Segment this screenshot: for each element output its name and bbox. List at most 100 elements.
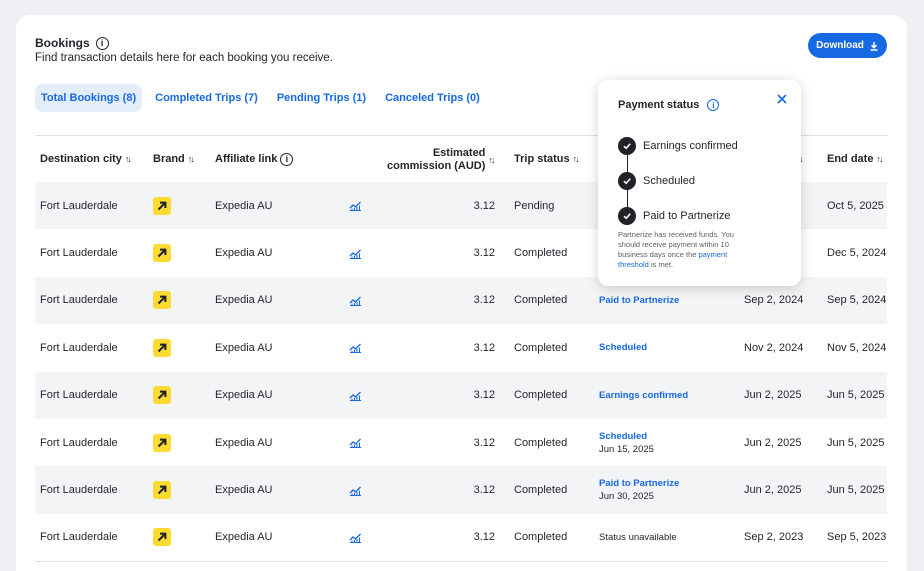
expedia-logo-icon (153, 244, 171, 263)
payment-status: Scheduled Jun 15, 2025 (599, 431, 654, 455)
header-affiliate-link: Affiliate link i (215, 153, 294, 166)
payment-status: Scheduled (599, 342, 647, 353)
brand-cell (153, 277, 171, 324)
payment-status-link[interactable]: Paid to Partnerize (599, 478, 679, 489)
destination-city: Fort Lauderdale (40, 247, 118, 260)
trip-status: Completed (514, 389, 568, 402)
trend-chart-icon[interactable] (349, 514, 362, 561)
start-date: Sep 2, 2023 (744, 531, 804, 544)
table-row: Fort Lauderdale Expedia AU 3.12 Completed Pa… (35, 466, 887, 514)
destination-city: Fort Lauderdale (40, 389, 118, 402)
end-date: Jun 5, 2025 (827, 436, 885, 449)
sort-icon: ↑↓ (572, 154, 580, 164)
page-title: Bookings i (35, 36, 109, 50)
header-estimated-commission[interactable]: Estimated commission (AUD) ↑↓ (387, 147, 495, 173)
check-icon (618, 206, 636, 225)
step-paid-to-partnerize: Paid to Partnerize (618, 198, 738, 233)
booking-tabs: Total Bookings (8) Completed Trips (7) P… (35, 84, 493, 112)
brand-cell (153, 182, 171, 229)
tab-pending-trips[interactable]: Pending Trips (1) (271, 84, 372, 112)
table-row: Fort Lauderdale Expedia AU 3.12 Completed Sc… (35, 419, 887, 466)
trend-chart-icon[interactable] (349, 229, 362, 276)
trip-status: Completed (514, 247, 568, 260)
payment-date: Jun 30, 2025 (599, 491, 654, 503)
end-date: Nov 5, 2024 (827, 341, 887, 354)
affiliate-link: Expedia AU (215, 199, 273, 212)
estimated-commission: 3.12 (473, 484, 495, 497)
affiliate-link: Expedia AU (215, 531, 273, 544)
brand-cell (153, 372, 171, 419)
trip-status: Completed (514, 341, 568, 354)
affiliate-link: Expedia AU (215, 341, 273, 354)
trend-chart-icon[interactable] (349, 324, 362, 371)
tab-total-bookings[interactable]: Total Bookings (8) (35, 84, 143, 112)
payment-date: Jun 15, 2025 (599, 443, 654, 455)
info-icon[interactable]: i (280, 153, 294, 166)
expedia-logo-icon (153, 386, 171, 405)
estimated-commission: 3.12 (473, 294, 495, 307)
payment-status: Paid to Partnerize (599, 295, 679, 306)
info-icon[interactable]: i (707, 99, 720, 111)
download-icon (870, 41, 878, 51)
estimated-commission: 3.12 (473, 436, 495, 449)
check-icon (618, 136, 636, 155)
popover-title: Payment status i (618, 99, 720, 111)
payment-status-cell: Status unavailable (599, 514, 677, 561)
payment-status-cell: Scheduled (599, 324, 647, 371)
end-date: Jun 5, 2025 (827, 484, 885, 497)
destination-city: Fort Lauderdale (40, 199, 118, 212)
tab-canceled-trips[interactable]: Canceled Trips (0) (379, 84, 486, 112)
brand-cell (153, 514, 171, 561)
expedia-logo-icon (153, 481, 171, 500)
start-date: Jun 2, 2025 (744, 389, 802, 402)
expedia-logo-icon (153, 196, 171, 215)
header-brand[interactable]: Brand ↑↓ (153, 153, 195, 166)
payment-status-link[interactable]: Earnings confirmed (599, 390, 688, 401)
payment-status-link[interactable]: Paid to Partnerize (599, 295, 679, 306)
trend-chart-icon[interactable] (349, 419, 362, 466)
brand-cell (153, 324, 171, 371)
download-button[interactable]: Download (808, 33, 887, 58)
sort-icon: ↑↓ (488, 154, 495, 165)
table-row: Fort Lauderdale Expedia AU 3.12 Completed Sc… (35, 324, 887, 371)
sort-icon: ↑↓ (187, 154, 195, 164)
info-icon[interactable]: i (95, 36, 109, 50)
brand-cell (153, 466, 171, 513)
trip-status: Completed (514, 294, 568, 307)
table-bottom-divider (35, 561, 887, 563)
payment-steps: Earnings confirmed Scheduled Paid to Par… (618, 128, 738, 233)
end-date: Sep 5, 2024 (827, 294, 887, 307)
affiliate-link: Expedia AU (215, 436, 273, 449)
destination-city: Fort Lauderdale (40, 341, 118, 354)
brand-cell (153, 229, 171, 276)
start-date: Nov 2, 2024 (744, 341, 804, 354)
header-destination-city[interactable]: Destination city ↑↓ (40, 153, 132, 166)
brand-cell (153, 419, 171, 466)
payment-status-cell: Paid to Partnerize Jun 30, 2025 (599, 466, 679, 513)
close-icon[interactable] (775, 92, 789, 106)
table-row: Fort Lauderdale Expedia AU 3.12 Completed St… (35, 514, 887, 561)
payment-status-link[interactable]: Scheduled (599, 342, 647, 353)
header-end-date[interactable]: End date ↑↓ (827, 153, 883, 166)
header-trip-status[interactable]: Trip status ↑↓ (514, 153, 580, 166)
destination-city: Fort Lauderdale (40, 531, 118, 544)
destination-city: Fort Lauderdale (40, 436, 118, 449)
step-scheduled: Scheduled (618, 163, 738, 198)
trip-status: Pending (514, 199, 555, 212)
expedia-logo-icon (153, 291, 171, 310)
estimated-commission: 3.12 (473, 531, 495, 544)
estimated-commission: 3.12 (473, 389, 495, 402)
trend-chart-icon[interactable] (349, 277, 362, 324)
affiliate-link: Expedia AU (215, 389, 273, 402)
popover-note: Partnerize has received funds. You shoul… (618, 230, 734, 269)
trend-chart-icon[interactable] (349, 372, 362, 419)
table-row: Fort Lauderdale Expedia AU 3.12 Completed Ea… (35, 371, 887, 419)
end-date: Oct 5, 2025 (827, 199, 884, 212)
trend-chart-icon[interactable] (349, 466, 362, 513)
expedia-logo-icon (153, 528, 171, 547)
trip-status: Completed (514, 484, 568, 497)
page-subtitle: Find transaction details here for each b… (35, 52, 333, 64)
trend-chart-icon[interactable] (349, 182, 362, 229)
payment-status-link[interactable]: Scheduled (599, 431, 654, 442)
tab-completed-trips[interactable]: Completed Trips (7) (149, 84, 264, 112)
